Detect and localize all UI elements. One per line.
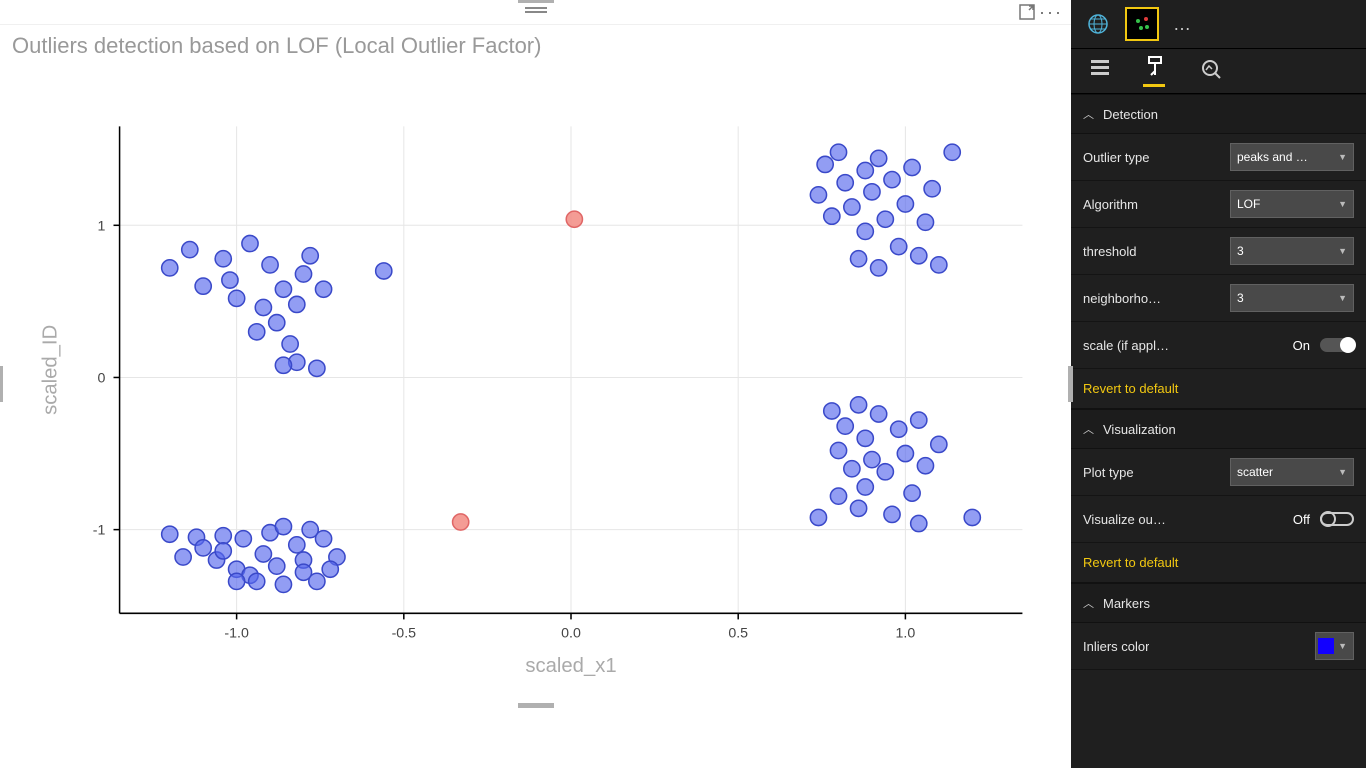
threshold-dropdown[interactable]: 3 ▼ xyxy=(1230,237,1354,265)
prop-label: Inliers color xyxy=(1083,639,1149,654)
svg-text:0: 0 xyxy=(97,371,105,387)
detection-revert[interactable]: Revert to default xyxy=(1071,369,1366,409)
svg-text:scaled_x1: scaled_x1 xyxy=(525,655,616,677)
resize-handle-top[interactable] xyxy=(518,0,554,3)
section-markers-title: Markers xyxy=(1103,596,1150,611)
section-markers-header[interactable]: ︿ Markers xyxy=(1071,583,1366,623)
chevron-down-icon: ▼ xyxy=(1338,246,1347,256)
svg-text:-1: -1 xyxy=(93,523,106,539)
scale-toggle[interactable] xyxy=(1320,338,1354,352)
drag-grip-icon[interactable] xyxy=(525,6,547,16)
visual-header: ··· xyxy=(0,0,1071,25)
dropdown-value: 3 xyxy=(1237,291,1244,305)
prop-plot-type: Plot type scatter ▼ xyxy=(1071,449,1366,496)
svg-text:1.0: 1.0 xyxy=(896,626,916,642)
section-visualization-header[interactable]: ︿ Visualization xyxy=(1071,409,1366,449)
prop-threshold: threshold 3 ▼ xyxy=(1071,228,1366,275)
algorithm-dropdown[interactable]: LOF ▼ xyxy=(1230,190,1354,218)
chevron-down-icon: ▼ xyxy=(1338,467,1347,477)
dropdown-value: LOF xyxy=(1237,197,1260,211)
svg-text:0.5: 0.5 xyxy=(728,626,748,642)
svg-text:-0.5: -0.5 xyxy=(392,626,417,642)
prop-label: scale (if appl… xyxy=(1083,338,1169,353)
prop-inliers-color: Inliers color ▼ xyxy=(1071,623,1366,670)
svg-text:-1.0: -1.0 xyxy=(224,626,249,642)
fields-tab[interactable] xyxy=(1089,58,1111,85)
visualization-revert[interactable]: Revert to default xyxy=(1071,543,1366,583)
prop-label: Plot type xyxy=(1083,465,1134,480)
chevron-down-icon: ▼ xyxy=(1334,641,1351,651)
dropdown-value: peaks and … xyxy=(1237,150,1308,164)
prop-neighborhood: neighborho… 3 ▼ xyxy=(1071,275,1366,322)
analytics-tab[interactable] xyxy=(1197,57,1221,86)
toggle-state-label: Off xyxy=(1293,512,1310,527)
chevron-down-icon: ▼ xyxy=(1338,152,1347,162)
prop-visualize-outlier: Visualize ou… Off xyxy=(1071,496,1366,543)
section-detection-title: Detection xyxy=(1103,107,1158,122)
prop-scale: scale (if appl… On xyxy=(1071,322,1366,369)
prop-label: Visualize ou… xyxy=(1083,512,1166,527)
svg-text:1: 1 xyxy=(97,218,105,234)
chevron-up-icon: ︿ xyxy=(1083,595,1097,611)
viz-type-outliers[interactable] xyxy=(1125,7,1159,41)
section-visualization-title: Visualization xyxy=(1103,422,1176,437)
chevron-down-icon: ▼ xyxy=(1338,293,1347,303)
visual-container: ··· Outliers detection based on LOF (Loc… xyxy=(0,0,1071,768)
prop-label: threshold xyxy=(1083,244,1136,259)
resize-handle-left[interactable] xyxy=(0,366,3,402)
dropdown-value: scatter xyxy=(1237,465,1273,479)
viz-picker-more[interactable]: … xyxy=(1173,14,1193,35)
viz-type-globe[interactable] xyxy=(1081,7,1115,41)
prop-label: Algorithm xyxy=(1083,197,1138,212)
neighborhood-dropdown[interactable]: 3 ▼ xyxy=(1230,284,1354,312)
prop-algorithm: Algorithm LOF ▼ xyxy=(1071,181,1366,228)
chevron-up-icon: ︿ xyxy=(1083,421,1097,437)
toggle-state-label: On xyxy=(1293,338,1310,353)
scatter-chart: -1.0 -0.5 0.0 0.5 1.0 -1 0 1 scaled_x1 scaled_ID xyxy=(8,52,1063,708)
outlier-type-dropdown[interactable]: peaks and … ▼ xyxy=(1230,143,1354,171)
prop-label: Outlier type xyxy=(1083,150,1149,165)
section-detection-header[interactable]: ︿ Detection xyxy=(1071,94,1366,134)
svg-text:0.0: 0.0 xyxy=(561,626,581,642)
inliers-color-picker[interactable]: ▼ xyxy=(1315,632,1354,660)
chevron-up-icon: ︿ xyxy=(1083,106,1097,122)
visualize-outlier-toggle[interactable] xyxy=(1320,512,1354,526)
format-panel: … ︿ Detection Outlier type peaks and … xyxy=(1071,0,1366,768)
more-options-icon[interactable]: ··· xyxy=(1039,2,1063,23)
pane-mode-tabs xyxy=(1071,49,1366,94)
svg-text:scaled_ID: scaled_ID xyxy=(40,325,62,415)
prop-outlier-type: Outlier type peaks and … ▼ xyxy=(1071,134,1366,181)
plot-type-dropdown[interactable]: scatter ▼ xyxy=(1230,458,1354,486)
visualization-picker: … xyxy=(1071,0,1366,49)
format-tab[interactable] xyxy=(1143,55,1165,87)
focus-mode-icon[interactable] xyxy=(1019,4,1035,25)
resize-handle-bottom[interactable] xyxy=(518,703,554,708)
color-swatch-icon xyxy=(1318,638,1334,654)
chevron-down-icon: ▼ xyxy=(1338,199,1347,209)
prop-label: neighborho… xyxy=(1083,291,1161,306)
resize-handle-right[interactable] xyxy=(1068,366,1073,402)
dropdown-value: 3 xyxy=(1237,244,1244,258)
